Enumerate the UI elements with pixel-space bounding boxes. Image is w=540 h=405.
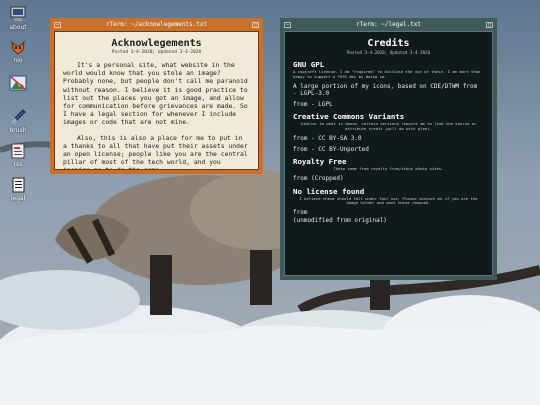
section-note: Similar to what is above, certain versio… (300, 121, 477, 132)
credit-line: from (unmodified from original) (293, 209, 484, 224)
document-icon (9, 176, 27, 194)
from-text: from (293, 134, 312, 142)
section-heading-no-license: No license found (293, 186, 365, 196)
paragraph: Also, this is also a place for me to put… (63, 133, 248, 169)
computer-icon (9, 5, 27, 23)
desktop-icon-label: legal (10, 195, 26, 202)
desktop-icon-brush[interactable]: brush (4, 108, 32, 134)
window-content: Acknowlegements Posted 3-4-2020; Updated… (54, 31, 259, 170)
license-text: - LGPL-3.0 (293, 90, 330, 98)
from-text: from (293, 100, 312, 108)
license-text: - LGPL (311, 100, 333, 108)
license-text: (unmodified from original) (293, 216, 387, 224)
credit-text: A large portion of my icons, based on CD… (293, 82, 478, 90)
credit-line: from - CC BY-SA 3.0 (293, 135, 484, 143)
from-text: from (293, 174, 312, 182)
window-menu-button[interactable]: – (284, 21, 291, 28)
desktop-icon-image-viewer[interactable] (4, 74, 32, 93)
post-date: Posted 3-4-2020; Updated 3-4-2020 (346, 50, 431, 55)
notepad-icon (9, 142, 27, 160)
window-title: rTerm: ~/legal.txt (355, 21, 422, 28)
section-note: A copyleft license, I am "required" to d… (293, 69, 481, 79)
credit-line: from (Cropped) (293, 175, 484, 183)
image-viewer-icon (9, 74, 27, 92)
desktop-icon-about[interactable]: about (4, 5, 32, 31)
desktop-icon-rss[interactable]: rss (4, 142, 32, 168)
from-text: from (293, 209, 308, 217)
desktop-icon-label: brush (9, 127, 27, 134)
license-text: - CC BY-SA 3.0 (311, 134, 362, 142)
desktop-icon-label: about (9, 24, 27, 31)
window-titlebar[interactable]: – rTerm: ~/legal.txt □ (282, 20, 495, 29)
section-note: These come from royalty free/stock photo… (333, 166, 444, 172)
legal-window[interactable]: – rTerm: ~/legal.txt □ Credits Posted 3-… (280, 18, 497, 280)
credit-line: from - CC BY-Unported (293, 146, 484, 154)
paragraph: It's a personal site, what website in th… (63, 61, 248, 127)
maximize-button[interactable]: □ (252, 21, 259, 28)
section-heading-royalty-free: Royalty Free (293, 157, 347, 167)
window-titlebar[interactable]: – rTerm: ~/acknowlegements.txt □ (52, 20, 261, 29)
maximize-button[interactable]: □ (486, 21, 493, 28)
from-text: from (293, 145, 312, 153)
desktop-icon-nio[interactable]: nio (4, 38, 32, 64)
section-heading-gpl: GNU GPL (293, 60, 325, 69)
credit-line: from - LGPL (293, 101, 484, 109)
license-text: (Cropped) (311, 174, 344, 182)
window-content: Credits Posted 3-4-2020; Updated 3-4-202… (284, 31, 493, 276)
fox-icon (9, 38, 27, 56)
window-menu-button[interactable]: – (54, 21, 61, 28)
page-title: Acknowlegements (111, 38, 202, 49)
desktop-icon-label: rss (13, 161, 23, 168)
brush-icon (9, 108, 27, 126)
desktop-icon-label: nio (13, 57, 23, 64)
page-title: Credits (367, 38, 410, 49)
credit-line: A large portion of my icons, based on CD… (293, 83, 484, 98)
desktop-icon-legal[interactable]: legal (4, 176, 32, 202)
license-text: - CC BY-Unported (311, 145, 369, 153)
section-heading-cc: Creative Commons Variants (293, 112, 405, 122)
window-title: rTerm: ~/acknowlegements.txt (105, 21, 208, 28)
acknowledgements-window[interactable]: – rTerm: ~/acknowlegements.txt □ Acknowl… (50, 18, 263, 174)
post-date: Posted 3-4-2020; Updated 3-4-2020 (111, 50, 202, 55)
section-note: I believe these should fall under fair u… (299, 195, 478, 206)
